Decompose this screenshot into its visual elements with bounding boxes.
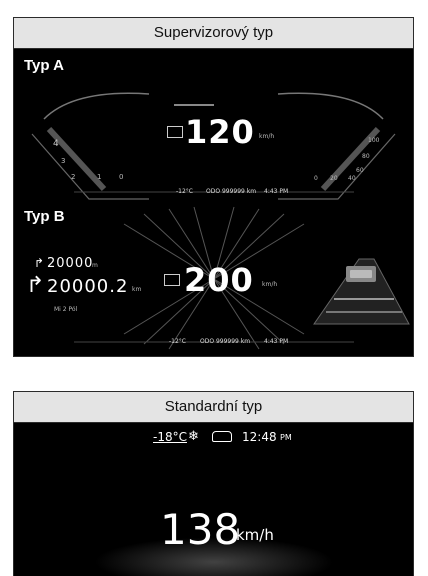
display-mode-icon — [167, 126, 183, 138]
nav-small-distance: 20000 — [47, 256, 94, 271]
standard-clock: 12:48 — [242, 430, 277, 444]
nav-large-distance: 20000.2 — [47, 276, 129, 297]
type-a-speed: 120 — [185, 113, 255, 151]
type-a-label: Typ A — [24, 57, 64, 74]
type-b-speed-unit: km/h — [262, 281, 278, 288]
standard-panel: Standardní typ -18°C ❄ 12:48 PM 138 km/h — [13, 391, 414, 576]
gauge-right-60: 60 — [356, 167, 364, 174]
supervisor-header: Supervizorový typ — [14, 18, 413, 49]
gauge-right-40: 40 — [348, 175, 356, 182]
standard-temperature: -18°C — [153, 430, 187, 444]
gauge-left-2: 2 — [71, 173, 76, 181]
type-b-speed: 200 — [184, 261, 254, 299]
gauge-left-3: 3 — [61, 157, 66, 165]
type-a-speed-unit: km/h — [259, 133, 275, 140]
type-a-cluster: Typ A 4 3 2 1 0 100 80 60 40 20 0 120 km… — [14, 49, 413, 204]
gauge-left-0: 0 — [119, 173, 124, 181]
nav-note: Mi 2 Pól — [54, 306, 78, 313]
turn-right-arrow-icon: ↱ — [34, 256, 45, 270]
standard-speed: 138 — [160, 505, 241, 554]
nav-small-unit: m — [92, 262, 98, 269]
gauge-right-80: 80 — [362, 153, 370, 160]
supervisor-panel: Supervizorový typ Typ A 4 3 2 1 0 100 80… — [13, 17, 414, 357]
nav-large-unit: km — [132, 286, 142, 293]
type-a-temperature: -12°C — [176, 188, 193, 195]
standard-header: Standardní typ — [14, 392, 413, 423]
type-b-clock: 4:43 PM — [264, 338, 289, 345]
type-b-odometer: ODO 999999 km — [200, 338, 251, 345]
display-mode-icon-b — [164, 274, 180, 286]
car-icon — [212, 431, 232, 442]
gauge-left-4: 4 — [53, 139, 59, 149]
gauge-right-0: 0 — [314, 175, 318, 182]
type-b-label: Typ B — [24, 208, 65, 225]
gauge-left-1: 1 — [97, 173, 102, 181]
turn-right-arrow-large-icon: ↱ — [26, 272, 45, 297]
type-b-temperature: -12°C — [169, 338, 186, 345]
gauge-right-100: 100 — [368, 137, 380, 144]
standard-speed-unit: km/h — [236, 526, 274, 544]
standard-clock-suffix: PM — [280, 433, 292, 442]
type-a-odometer: ODO 999999 km — [206, 188, 257, 195]
type-b-cluster: Typ B ↱ 20000 m ↱ 20000.2 km Mi 2 Pól 20… — [14, 204, 413, 356]
gauge-right-20: 20 — [330, 175, 338, 182]
type-a-clock: 4:43 PM — [264, 188, 289, 195]
snowflake-icon: ❄ — [188, 428, 199, 443]
